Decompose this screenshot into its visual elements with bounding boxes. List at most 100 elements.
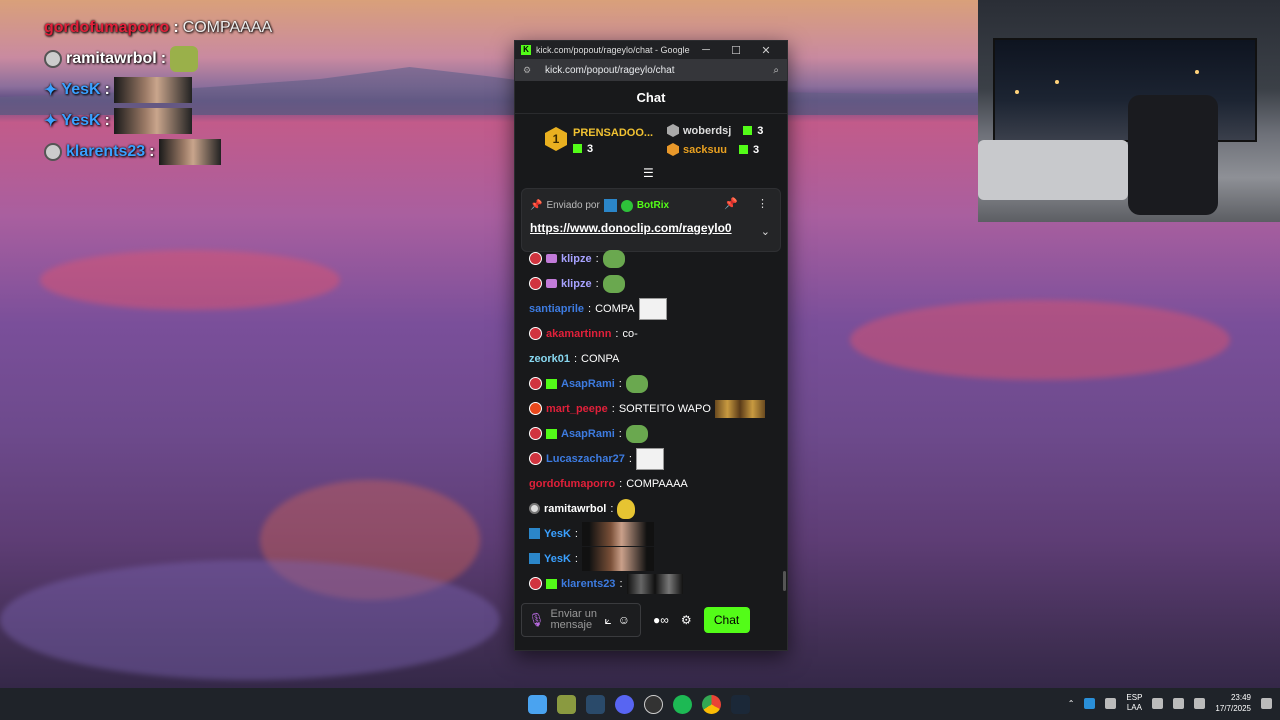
- chat-username[interactable]: AsapRami: [561, 378, 615, 390]
- window-title: kick.com/popout/rageylo/chat - Google Ch…: [536, 45, 691, 55]
- chat-username[interactable]: klipze: [561, 278, 592, 290]
- og-badge-icon: [44, 142, 62, 161]
- rank-two-icon: [667, 124, 679, 137]
- chat-message: klarents23:: [515, 571, 787, 596]
- send-chat-button[interactable]: Chat: [703, 607, 750, 633]
- channel-points-icon[interactable]: ●∞: [653, 613, 669, 627]
- battery-icon[interactable]: [1194, 697, 1206, 709]
- message-separator: :: [574, 552, 578, 565]
- unpin-icon[interactable]: 📌: [724, 197, 738, 210]
- chat-username[interactable]: YesK: [544, 553, 571, 565]
- chat-username[interactable]: gordofumaporro: [529, 478, 615, 490]
- window-titlebar[interactable]: K kick.com/popout/rageylo/chat - Google …: [515, 41, 787, 59]
- chat-scrollbar[interactable]: [783, 571, 786, 591]
- collapse-icon[interactable]: ☰: [643, 166, 654, 180]
- gear-icon[interactable]: ⚙: [681, 613, 692, 627]
- language-indicator[interactable]: ESP LAA: [1126, 693, 1142, 713]
- steam-icon[interactable]: [586, 695, 605, 714]
- chat-username[interactable]: klipze: [561, 253, 592, 265]
- message-separator: :: [611, 402, 615, 415]
- pinned-author[interactable]: BotRix: [637, 200, 669, 211]
- maximize-button[interactable]: ☐: [721, 44, 751, 57]
- face-emote: [113, 76, 192, 103]
- leader-second[interactable]: woberdsj 3: [667, 124, 763, 137]
- pinned-message[interactable]: 📌 Enviado por BotRix 📌 ⋮ https://www.don…: [521, 188, 781, 252]
- chat-username[interactable]: zeork01: [529, 353, 570, 365]
- obs-icon[interactable]: [644, 695, 663, 714]
- og-badge-icon: [529, 427, 542, 440]
- discord-icon[interactable]: [615, 695, 634, 714]
- system-tray: ⌃ ESP LAA 23:49 17/7/2025: [1068, 692, 1272, 714]
- site-info-icon[interactable]: ⚙: [523, 65, 535, 76]
- overlay-username: YesK: [61, 80, 101, 98]
- message-separator: :: [574, 527, 578, 540]
- minimize-button[interactable]: ─: [691, 44, 721, 56]
- message-text: co-: [622, 327, 638, 340]
- chat-input-placeholder[interactable]: Enviar un mensaje: [551, 609, 599, 631]
- overlay-username: gordofumaporro: [44, 18, 170, 36]
- message-separator: :: [573, 352, 578, 365]
- chat-message: Lucaszachar27:: [515, 446, 787, 471]
- sketch-emote: [635, 447, 664, 470]
- pepe-emote: [602, 249, 625, 268]
- chevron-up-icon[interactable]: ⌃: [1068, 699, 1075, 708]
- volume-icon[interactable]: [1173, 697, 1185, 709]
- microphone-icon[interactable]: [1105, 697, 1117, 709]
- kick-emote-icon[interactable]: ⟀: [605, 613, 612, 628]
- chat-message: zeork01: CONPA: [515, 346, 787, 371]
- zoom-icon[interactable]: ⌕: [773, 65, 779, 76]
- message-text: SORTEITO WAPO: [618, 402, 711, 415]
- chat-message: YesK:: [515, 521, 787, 546]
- chat-message: klipze:: [515, 271, 787, 296]
- emoji-icon[interactable]: ☺: [618, 613, 630, 627]
- dark-emote: [158, 138, 221, 165]
- wallpaper-flowers: [40, 250, 340, 310]
- chat-input[interactable]: 🎙 Enviar un mensaje ⟀ ☺: [521, 603, 641, 637]
- pinned-header: 📌 Enviado por BotRix: [530, 199, 669, 212]
- leader-second-count-value: 3: [757, 124, 764, 137]
- spotify-icon[interactable]: [673, 695, 692, 714]
- defender-icon[interactable]: [1084, 697, 1096, 709]
- chat-message: santiaprile: COMPA: [515, 296, 787, 321]
- webcam-sofa: [978, 140, 1128, 200]
- gift-icon: [739, 144, 749, 154]
- chevron-down-icon[interactable]: ⌄: [761, 225, 770, 238]
- chat-messages[interactable]: klipze: klipze: santiaprile: COMPA akama…: [515, 246, 787, 598]
- notification-icon[interactable]: [1261, 697, 1272, 709]
- address-bar[interactable]: ⚙ kick.com/popout/rageylo/chat ⌕: [515, 59, 787, 81]
- chat-username[interactable]: santiaprile: [529, 303, 584, 315]
- clock[interactable]: 23:49 17/7/2025: [1215, 692, 1251, 714]
- more-options-icon[interactable]: ⋮: [757, 197, 768, 210]
- close-button[interactable]: ✕: [751, 44, 781, 57]
- chat-username[interactable]: mart_peepe: [546, 403, 608, 415]
- chat-message: klipze:: [515, 246, 787, 271]
- chat-message: AsapRami:: [515, 371, 787, 396]
- kick-icon: K: [521, 45, 531, 55]
- leader-third[interactable]: sacksuu 3: [667, 143, 759, 156]
- leader-first-name[interactable]: PRENSADOO...: [573, 127, 653, 139]
- url-text[interactable]: kick.com/popout/rageylo/chat: [545, 65, 773, 76]
- chat-message: mart_peepe: SORTEITO WAPO: [515, 396, 787, 421]
- chat-username[interactable]: YesK: [544, 528, 571, 540]
- overlay-username: YesK: [61, 111, 101, 129]
- chat-username[interactable]: ramitawrbol: [544, 503, 606, 515]
- chrome-icon[interactable]: [702, 695, 721, 714]
- face-emote: [581, 546, 654, 571]
- chat-username[interactable]: klarents23: [561, 578, 615, 590]
- overlay-message: COMPAAAA: [182, 18, 273, 36]
- chat-username[interactable]: Lucaszachar27: [546, 453, 625, 465]
- message-separator: :: [588, 302, 592, 315]
- windows-start-icon[interactable]: [528, 695, 547, 714]
- steam-icon[interactable]: [731, 695, 750, 714]
- chat-popout-window[interactable]: K kick.com/popout/rageylo/chat - Google …: [514, 40, 788, 651]
- leader-second-name: woberdsj: [683, 124, 732, 137]
- chat-username[interactable]: akamartinnn: [546, 328, 611, 340]
- game-app-icon[interactable]: [557, 695, 576, 714]
- chat-username[interactable]: AsapRami: [561, 428, 615, 440]
- overlay-separator: :: [104, 111, 110, 129]
- mic-icon[interactable]: 🎙: [528, 612, 545, 628]
- pepe-emote: [602, 274, 625, 293]
- pinned-link[interactable]: https://www.donoclip.com/rageylo0: [530, 221, 732, 235]
- bot-badge-icon: ✦: [44, 112, 58, 130]
- network-icon[interactable]: [1152, 697, 1164, 709]
